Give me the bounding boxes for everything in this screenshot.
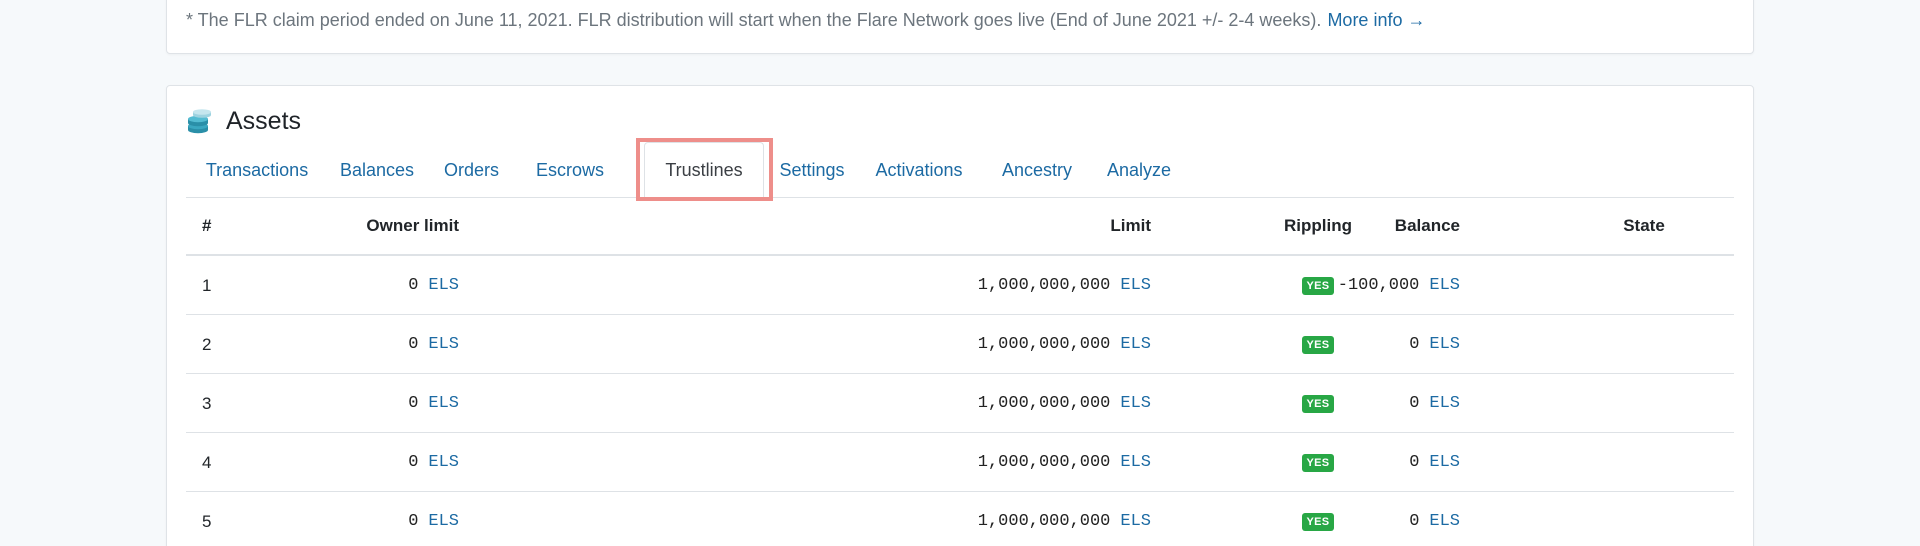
owner-limit-value: 0: [408, 276, 419, 295]
state-cell: [1614, 374, 1674, 433]
limit-value: 1,000,000,000: [977, 394, 1111, 413]
limit-cell: 1,000,000,000 ELS: [978, 433, 1151, 492]
owner-limit-value: 0: [408, 453, 419, 472]
header-balance: Balance: [1394, 216, 1460, 235]
currency-link[interactable]: ELS: [1120, 394, 1151, 413]
rippling-cell: YES: [1248, 374, 1388, 433]
header-number: #: [202, 216, 212, 235]
currency-link[interactable]: ELS: [428, 276, 459, 295]
balance-cell: 0 ELS: [1409, 492, 1460, 546]
rippling-cell: YES: [1248, 433, 1388, 492]
row-number: 4: [202, 452, 212, 472]
rippling-badge: YES: [1301, 276, 1335, 295]
balance-value: 0: [1409, 335, 1420, 354]
currency-link[interactable]: ELS: [428, 394, 459, 413]
currency-link[interactable]: ELS: [1120, 453, 1151, 472]
currency-link[interactable]: ELS: [428, 453, 459, 472]
owner-limit-cell: 0 ELS: [408, 433, 459, 492]
rippling-cell: YES: [1248, 315, 1388, 374]
owner-limit-value: 0: [408, 335, 419, 354]
rippling-cell: YES: [1248, 492, 1388, 546]
header-rippling: Rippling: [1284, 216, 1352, 235]
currency-link[interactable]: ELS: [428, 335, 459, 354]
table-header: # Owner limit Limit Balance Rippling Sta…: [186, 198, 1734, 256]
assets-panel: Assets Transactions Balances Orders Escr…: [166, 85, 1754, 546]
balance-cell: 0 ELS: [1409, 374, 1460, 433]
tab-activations[interactable]: Activations: [854, 142, 984, 198]
state-cell: [1614, 433, 1674, 492]
state-cell: [1614, 315, 1674, 374]
currency-link[interactable]: ELS: [1429, 394, 1460, 413]
row-number: 1: [202, 275, 212, 295]
state-cell: [1614, 492, 1674, 546]
tab-orders[interactable]: Orders: [426, 142, 517, 198]
table-row: 3 0 ELS 1,000,000,000 ELS 0 ELS YES: [186, 374, 1734, 433]
tab-trustlines[interactable]: Trustlines: [644, 142, 764, 199]
balance-value: 0: [1409, 453, 1420, 472]
owner-limit-cell: 0 ELS: [408, 315, 459, 374]
header-state: State: [1623, 216, 1665, 235]
header-limit: Limit: [1110, 216, 1151, 235]
currency-link[interactable]: ELS: [428, 512, 459, 531]
limit-cell: 1,000,000,000 ELS: [978, 374, 1151, 433]
balance-cell: 0 ELS: [1409, 433, 1460, 492]
rippling-cell: YES: [1248, 256, 1388, 315]
assets-tabs: Transactions Balances Orders Escrows Tru…: [186, 142, 1734, 199]
balance-cell: 0 ELS: [1409, 315, 1460, 374]
owner-limit-value: 0: [408, 394, 419, 413]
row-number: 3: [202, 393, 212, 413]
tab-settings[interactable]: Settings: [770, 142, 854, 198]
currency-link[interactable]: ELS: [1429, 335, 1460, 354]
balance-value: 0: [1409, 512, 1420, 531]
limit-cell: 1,000,000,000 ELS: [978, 256, 1151, 315]
more-info-link[interactable]: More info →: [1327, 10, 1425, 30]
trustlines-table: # Owner limit Limit Balance Rippling Sta…: [186, 198, 1734, 546]
limit-value: 1,000,000,000: [977, 512, 1111, 531]
owner-limit-cell: 0 ELS: [408, 492, 459, 546]
limit-cell: 1,000,000,000 ELS: [978, 492, 1151, 546]
tab-analyze[interactable]: Analyze: [1090, 142, 1188, 198]
tab-balances[interactable]: Balances: [328, 142, 426, 198]
assets-title: Assets: [226, 106, 302, 135]
limit-cell: 1,000,000,000 ELS: [978, 315, 1151, 374]
currency-link[interactable]: ELS: [1429, 453, 1460, 472]
coins-stack-icon: [188, 109, 211, 134]
flr-notice-text: * The FLR claim period ended on June 11,…: [186, 10, 1322, 30]
currency-link[interactable]: ELS: [1429, 512, 1460, 531]
state-cell: [1614, 256, 1674, 315]
currency-link[interactable]: ELS: [1120, 276, 1151, 295]
tab-escrows[interactable]: Escrows: [517, 142, 623, 198]
table-row: 4 0 ELS 1,000,000,000 ELS 0 ELS YES: [186, 433, 1734, 492]
rippling-badge: YES: [1301, 453, 1335, 472]
flr-notice-card: * The FLR claim period ended on June 11,…: [166, 0, 1754, 54]
owner-limit-value: 0: [408, 512, 419, 531]
tab-transactions[interactable]: Transactions: [186, 142, 328, 198]
row-number: 5: [202, 511, 212, 531]
balance-value: 0: [1409, 394, 1420, 413]
limit-value: 1,000,000,000: [977, 335, 1111, 354]
owner-limit-cell: 0 ELS: [408, 374, 459, 433]
tab-ancestry[interactable]: Ancestry: [984, 142, 1090, 198]
rippling-badge: YES: [1301, 512, 1335, 531]
header-owner-limit: Owner limit: [366, 216, 459, 235]
flr-notice: * The FLR claim period ended on June 11,…: [186, 10, 1425, 31]
rippling-badge: YES: [1301, 394, 1335, 413]
assets-header: Assets: [186, 104, 301, 138]
currency-link[interactable]: ELS: [1429, 276, 1460, 295]
currency-link[interactable]: ELS: [1120, 512, 1151, 531]
table-row: 2 0 ELS 1,000,000,000 ELS 0 ELS YES: [186, 315, 1734, 374]
owner-limit-cell: 0 ELS: [408, 256, 459, 315]
limit-value: 1,000,000,000: [977, 276, 1111, 295]
table-row: 1 0 ELS 1,000,000,000 ELS -100,000 ELS YES: [186, 256, 1734, 315]
rippling-badge: YES: [1301, 335, 1335, 354]
table-row: 5 0 ELS 1,000,000,000 ELS 0 ELS YES: [186, 492, 1734, 546]
limit-value: 1,000,000,000: [977, 453, 1111, 472]
currency-link[interactable]: ELS: [1120, 335, 1151, 354]
row-number: 2: [202, 334, 212, 354]
